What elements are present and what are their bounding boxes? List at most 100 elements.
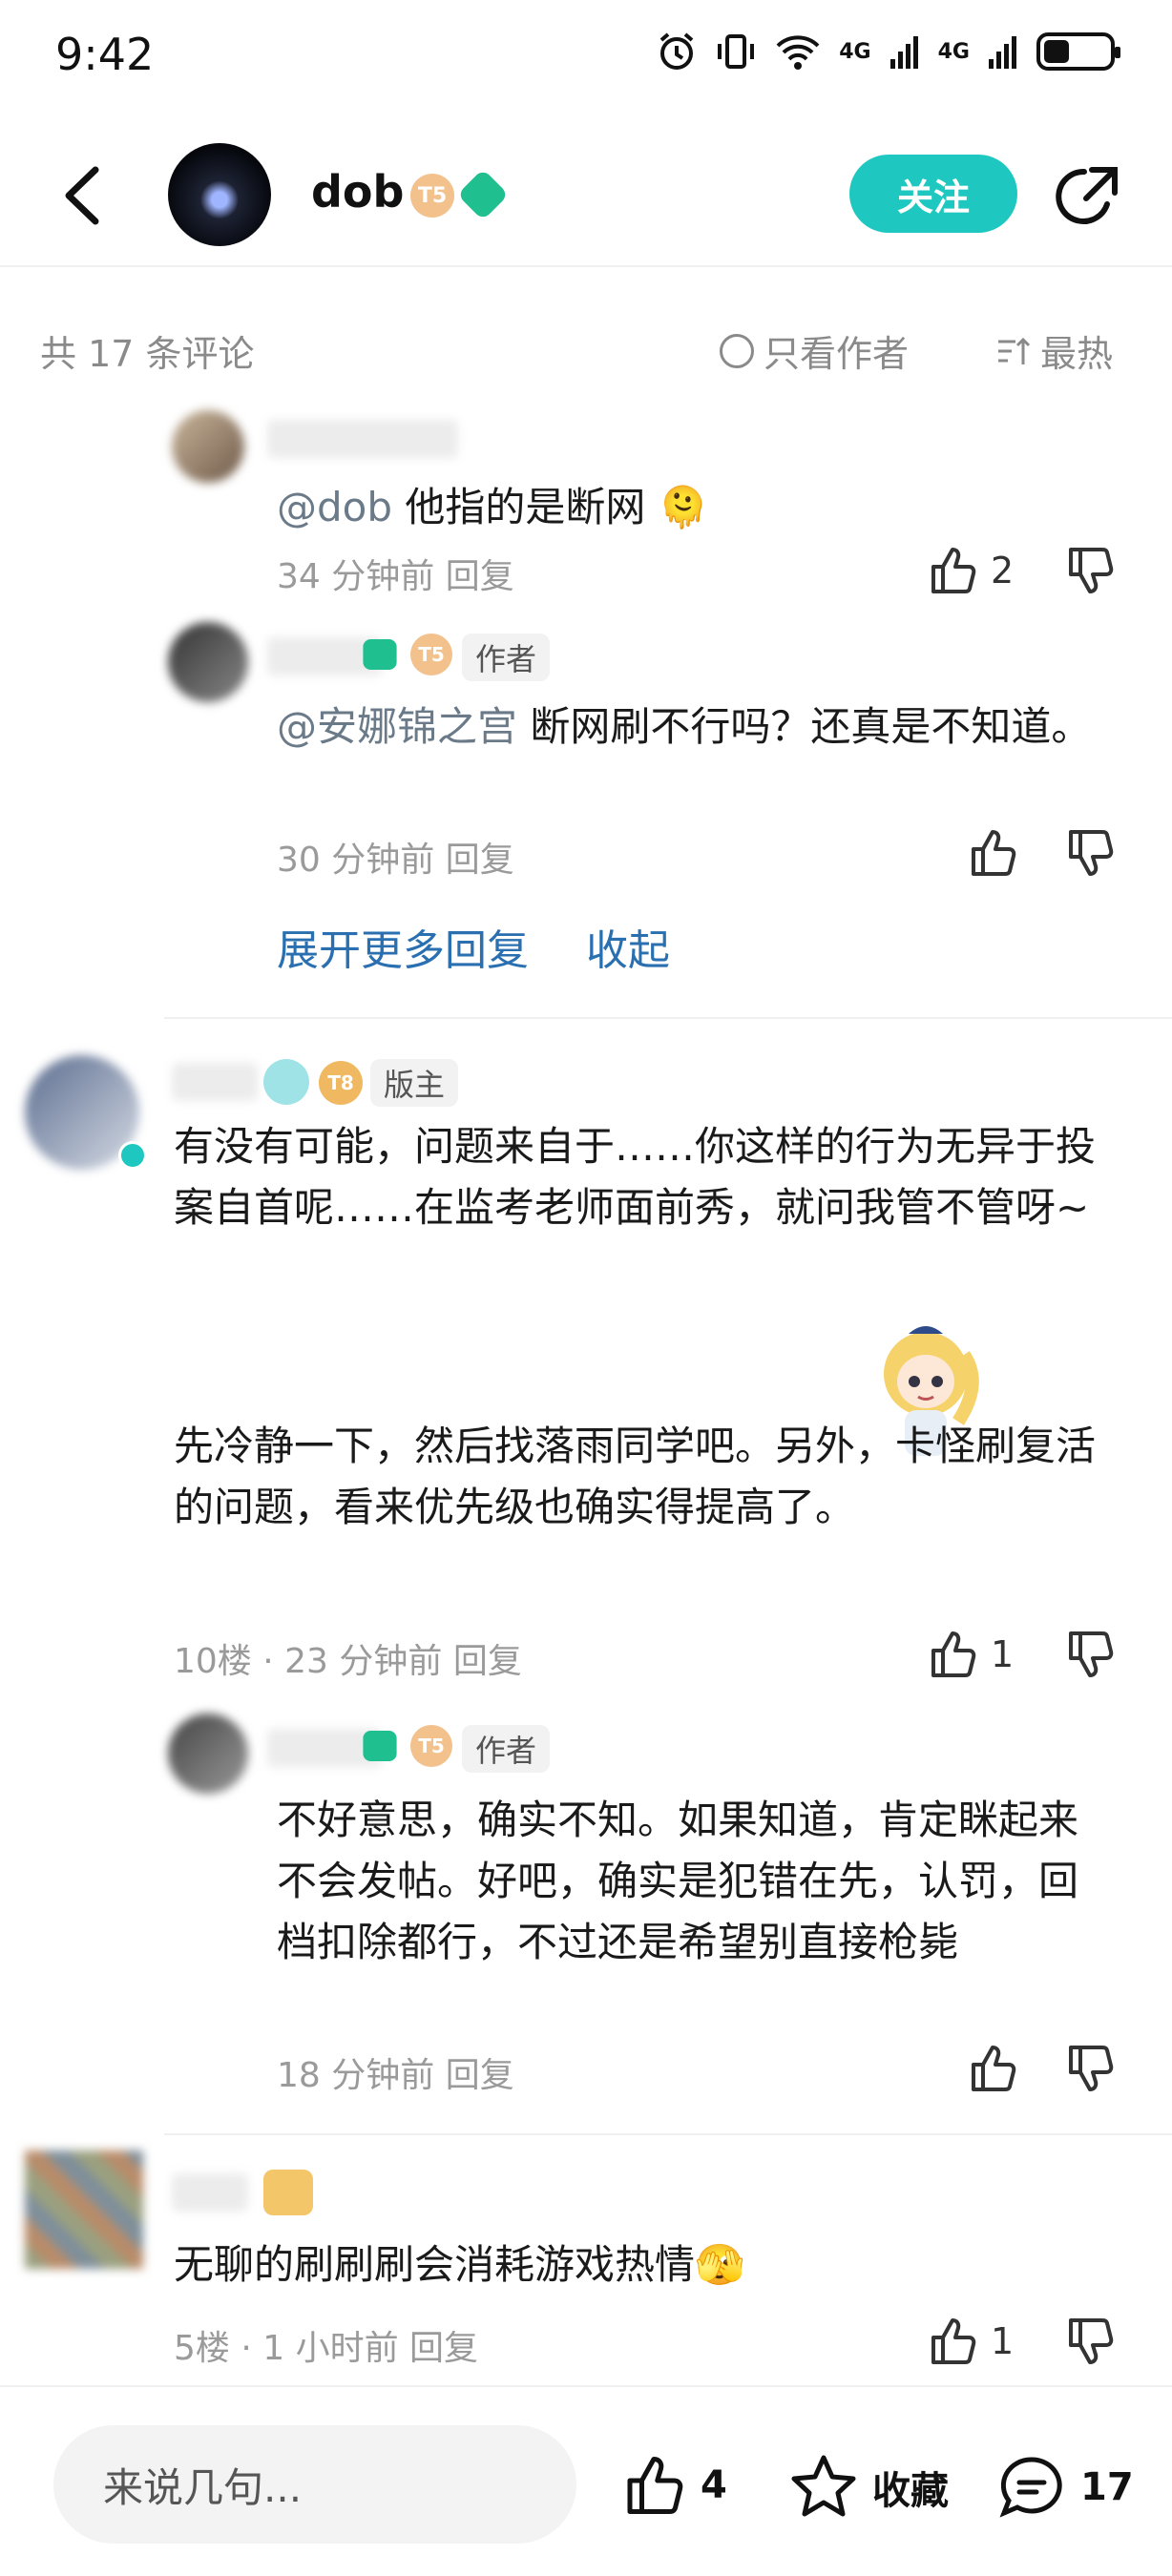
comment-input[interactable]: 来说几句... <box>53 2425 576 2544</box>
vibrate-icon <box>718 34 755 69</box>
comment-time: 30 分钟前 <box>277 841 435 880</box>
game-badge-icon <box>456 168 510 221</box>
post-like-count: 4 <box>701 2463 727 2507</box>
author-tag: 作者 <box>462 634 551 681</box>
battery-fill <box>1044 40 1070 63</box>
like-button[interactable]: 1 <box>926 1628 1014 1681</box>
comments-button[interactable]: 17 <box>996 2452 1134 2523</box>
top-header: dob T5 关注 <box>0 124 1172 267</box>
bottom-action-bar: 来说几句... 4 收藏 17 <box>0 2385 1172 2576</box>
comment-time: 34 分钟前 <box>277 557 435 596</box>
comment-meta: 5楼 · 1 小时前 回复 <box>174 2320 478 2370</box>
share-icon[interactable] <box>1054 162 1122 231</box>
comment-meta: 34 分钟前 回复 <box>277 549 514 598</box>
comment-paragraph: 先冷静一下，然后找落雨同学吧。另外，卡怪刷复活的问题，看来优先级也确实得提高了。 <box>174 1423 1097 1530</box>
comment-bubble-icon <box>999 2457 1062 2518</box>
author-tag: 作者 <box>462 1725 551 1773</box>
thumb-up-icon <box>931 2318 976 2364</box>
mention-link[interactable]: @安娜锦之宫 <box>277 703 517 750</box>
like-count: 2 <box>991 550 1015 592</box>
comment-meta: 18 分钟前 回复 <box>277 2047 514 2097</box>
level-badge: T5 <box>410 174 454 218</box>
status-time: 9:42 <box>55 29 155 80</box>
comment-count: 共 17 条评论 <box>40 333 255 375</box>
sort-button[interactable]: 最热 <box>994 324 1113 377</box>
comment-floor-time: 10楼 · 23 分钟前 <box>174 1642 443 1681</box>
sort-icon <box>998 337 1031 364</box>
like-button[interactable]: 1 <box>926 2315 1014 2368</box>
avatar[interactable] <box>25 2150 143 2269</box>
alarm-icon <box>659 32 694 70</box>
thumb-down-icon[interactable] <box>1063 826 1117 880</box>
follow-button[interactable]: 关注 <box>849 155 1017 233</box>
username-blurred[interactable] <box>172 2173 248 2212</box>
post-like-button[interactable]: 4 <box>620 2452 727 2519</box>
mention-link[interactable]: @dob <box>277 484 392 530</box>
radio-circle-icon <box>720 333 754 368</box>
moderator-tag: 版主 <box>370 1059 459 1107</box>
comment-meta: 30 分钟前 回复 <box>277 832 514 882</box>
username-blurred[interactable] <box>172 1063 258 1101</box>
author-only-label: 只看作者 <box>764 333 910 375</box>
wifi-icon <box>776 35 820 70</box>
reply-button[interactable]: 回复 <box>446 841 514 880</box>
thumb-down-icon[interactable] <box>1063 2315 1117 2368</box>
game-badge-icon <box>363 639 397 670</box>
verified-icon <box>118 1141 147 1170</box>
avatar[interactable] <box>168 622 248 702</box>
comment-body: 断网刷不行吗？还真是不知道。 <box>530 703 1092 750</box>
author-only-toggle[interactable]: 只看作者 <box>720 324 909 377</box>
expand-replies-button[interactable]: 展开更多回复 <box>277 916 529 977</box>
author-avatar[interactable] <box>168 143 271 246</box>
reply-button[interactable]: 回复 <box>446 2056 514 2095</box>
level-badge: T5 <box>410 1725 452 1767</box>
signal-icon <box>889 36 918 69</box>
like-count: 1 <box>991 2320 1015 2362</box>
comment-text: @dob 他指的是断网 🫠 <box>277 477 1117 538</box>
battery-icon <box>1036 32 1120 71</box>
reply-button[interactable]: 回复 <box>409 2329 478 2368</box>
comment-count-label: 17 <box>1080 2465 1134 2509</box>
favorite-button[interactable]: 收藏 <box>788 2452 949 2523</box>
comment-body: 无聊的刷刷刷会消耗游戏热情 <box>174 2241 696 2288</box>
thumb-up-icon <box>627 2457 683 2514</box>
thumb-down-icon[interactable] <box>1063 2042 1117 2095</box>
status-icons: 4G 4G <box>656 31 1120 73</box>
thumb-down-icon[interactable] <box>1063 1628 1117 1681</box>
comment-body: 不好意思，确实不知。如果知道，肯定眯起来不会发帖。好吧，确实是犯错在先，认罚，回… <box>277 1797 1079 1965</box>
collapse-replies-button[interactable]: 收起 <box>586 916 670 977</box>
thumb-up-icon[interactable] <box>966 2042 1019 2095</box>
game-badge-icon <box>363 1731 397 1761</box>
star-icon <box>791 2455 856 2517</box>
avatar[interactable] <box>172 410 244 483</box>
back-arrow-icon[interactable] <box>57 162 111 229</box>
thumb-down-icon[interactable] <box>1063 544 1117 597</box>
signal1-label: 4G <box>839 39 871 64</box>
signal-icon <box>989 36 1016 69</box>
thumb-up-icon <box>931 1631 976 1677</box>
comment-filter-bar: 共 17 条评论 只看作者 最热 <box>0 315 1172 382</box>
thumb-up-icon[interactable] <box>966 826 1019 880</box>
avatar[interactable] <box>168 1714 248 1794</box>
author-username[interactable]: dob <box>311 166 404 218</box>
comment-meta: 10楼 · 23 分钟前 回复 <box>174 1633 522 1683</box>
comment-body: 他指的是断网 <box>405 484 646 530</box>
divider <box>164 2133 1172 2135</box>
game-badge-icon <box>263 1059 309 1105</box>
divider <box>164 1017 1172 1019</box>
like-count: 1 <box>991 1633 1015 1675</box>
reply-button[interactable]: 回复 <box>453 1642 522 1681</box>
comment-floor-time: 5楼 · 1 小时前 <box>174 2329 399 2368</box>
comment-paragraph: 有没有可能，问题来自于……你这样的行为无异于投案自首呢……在监考老师面前秀，就问… <box>174 1123 1097 1231</box>
emoji-icon: 🫠 <box>658 484 709 530</box>
thumb-up-icon <box>931 548 976 593</box>
comment-text: @安娜锦之宫 断网刷不行吗？还真是不知道。 <box>277 696 1117 758</box>
username-blurred[interactable] <box>267 420 458 458</box>
comment-text: 无聊的刷刷刷会消耗游戏热情🫣 <box>174 2234 1128 2296</box>
signal2-label: 4G <box>937 39 970 64</box>
status-bar: 9:42 4G 4G <box>0 0 1172 114</box>
level-badge-icon <box>263 2170 313 2215</box>
reply-button[interactable]: 回复 <box>446 557 514 596</box>
favorite-label: 收藏 <box>872 2469 949 2513</box>
like-button[interactable]: 2 <box>926 544 1014 597</box>
